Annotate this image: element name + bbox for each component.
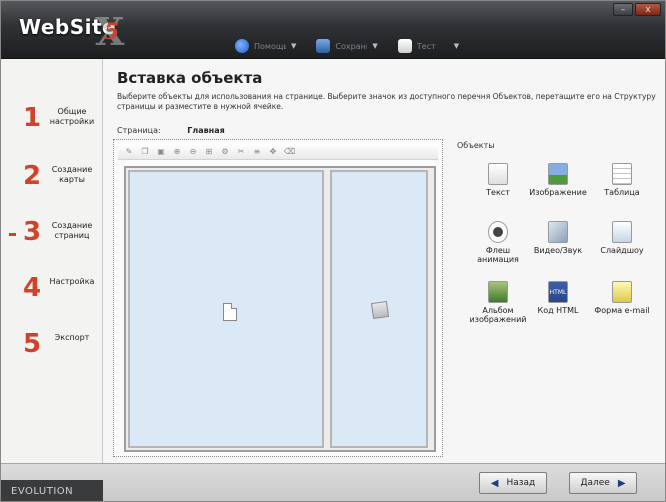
object-label: Изображение (529, 188, 587, 197)
object-html[interactable]: HTML Код HTML (529, 281, 587, 315)
layout-cell-main[interactable] (128, 170, 324, 448)
step-label: Создание карты (51, 165, 93, 184)
paste-icon[interactable]: ▣ (156, 147, 166, 157)
help-menu[interactable]: Помощь ▼ (229, 37, 302, 55)
object-label: Альбом изображений (469, 306, 527, 324)
save-icon (316, 39, 331, 53)
image-placeholder-icon[interactable] (370, 300, 390, 320)
object-email-form[interactable]: Форма e-mail (593, 281, 651, 315)
main-content: Вставка объекта Выберите объекты для исп… (103, 59, 665, 463)
step-label: Настройка (49, 277, 95, 286)
step-number: 4 (23, 273, 42, 303)
arrow-right-icon: ▶ (617, 477, 626, 489)
slideshow-object-icon (612, 221, 632, 243)
next-button[interactable]: Далее ▶ (569, 472, 637, 494)
step-number: 5 (23, 329, 42, 359)
step-export[interactable]: 5 Экспорт (1, 327, 103, 367)
text-placeholder-icon[interactable] (223, 303, 237, 321)
close-button[interactable]: x (635, 3, 661, 16)
active-step-marker (9, 233, 16, 236)
insert-row-icon[interactable]: ⊞ (204, 147, 214, 157)
split-icon[interactable]: ⊖ (188, 147, 198, 157)
object-label: Таблица (604, 188, 640, 197)
object-text[interactable]: Текст (469, 163, 527, 197)
minimize-button[interactable]: – (613, 3, 633, 16)
table-object-icon (612, 163, 632, 185)
step-label: Общие настройки (49, 107, 95, 126)
page-title: Вставка объекта (117, 69, 263, 87)
help-icon (235, 39, 249, 53)
next-button-label: Далее (580, 478, 610, 488)
object-image[interactable]: Изображение (529, 163, 587, 197)
page-selector: Страница: Главная (117, 126, 225, 135)
back-button-label: Назад (506, 478, 536, 488)
album-object-icon (488, 281, 508, 303)
object-slideshow[interactable]: Слайдшоу (593, 221, 651, 255)
object-album[interactable]: Альбом изображений (469, 281, 527, 324)
video-object-icon (548, 221, 568, 243)
step-create-map[interactable]: 2 Создание карты (1, 159, 103, 199)
move-icon[interactable]: ✥ (268, 147, 278, 157)
test-menu-label: Тест (416, 41, 436, 51)
window-controls: – x (613, 3, 661, 16)
settings-icon[interactable]: ⚙ (220, 147, 230, 157)
edit-icon[interactable]: ✎ (124, 147, 134, 157)
title-bar: WebSite X 5 Помощь ▼ Сохранить ▼ Тест ▼ … (1, 1, 665, 59)
chevron-down-icon: ▼ (372, 42, 378, 50)
help-menu-label: Помощь (254, 41, 286, 51)
edition-label: EVOLUTION (1, 480, 103, 501)
editor-toolbar: ✎ ❐ ▣ ⊕ ⊖ ⊞ ⚙ ✂ ≡ ✥ ⌫ (118, 144, 438, 160)
save-menu[interactable]: Сохранить ▼ (310, 37, 383, 55)
page-label: Страница: (117, 126, 161, 135)
text-object-icon (488, 163, 508, 185)
flash-object-icon (488, 221, 508, 243)
bottom-bar: EVOLUTION ◀ Назад Далее ▶ (1, 463, 665, 501)
logo-version: 5 (104, 19, 120, 45)
step-configuration[interactable]: 4 Настройка (1, 271, 103, 311)
object-label: Видео/Звук (533, 246, 583, 255)
cut-icon[interactable]: ✂ (236, 147, 246, 157)
step-number: 3 (23, 217, 42, 247)
html-object-icon: HTML (548, 281, 568, 303)
copy-icon[interactable]: ❐ (140, 147, 150, 157)
step-number: 2 (23, 161, 42, 191)
page-value: Главная (187, 126, 225, 135)
object-label: Форма e-mail (594, 306, 650, 315)
arrow-left-icon: ◀ (490, 477, 499, 489)
menu-bar: Помощь ▼ Сохранить ▼ Тест ▼ (229, 37, 465, 55)
objects-title: Объекты (457, 141, 495, 150)
step-general-settings[interactable]: 1 Общие настройки (1, 101, 103, 141)
align-icon[interactable]: ≡ (252, 147, 262, 157)
chevron-down-icon: ▼ (453, 42, 460, 50)
step-number: 1 (23, 103, 42, 133)
objects-panel: Объекты Текст Изображение Таблица Флеш а… (455, 141, 665, 361)
save-menu-label: Сохранить (335, 41, 367, 51)
object-label: Флеш анимация (477, 246, 519, 264)
object-table[interactable]: Таблица (593, 163, 651, 197)
page-structure-editor: ✎ ❐ ▣ ⊕ ⊖ ⊞ ⚙ ✂ ≡ ✥ ⌫ (113, 139, 443, 457)
file-icon (397, 39, 412, 53)
step-create-pages[interactable]: 3 Создание страниц (1, 215, 103, 255)
object-flash[interactable]: Флеш анимация (469, 221, 527, 264)
layout-grid (124, 166, 436, 452)
step-label: Экспорт (54, 333, 90, 342)
app-window: WebSite X 5 Помощь ▼ Сохранить ▼ Тест ▼ … (0, 0, 666, 502)
layout-cell-side[interactable] (330, 170, 428, 448)
step-label: Создание страниц (51, 221, 93, 240)
object-video-audio[interactable]: Видео/Звук (529, 221, 587, 255)
merge-icon[interactable]: ⊕ (172, 147, 182, 157)
object-label: Код HTML (537, 306, 579, 315)
test-menu[interactable]: Тест ▼ (392, 37, 465, 55)
image-object-icon (548, 163, 568, 185)
email-form-object-icon (612, 281, 632, 303)
object-label: Слайдшоу (600, 246, 644, 255)
object-label: Текст (486, 188, 510, 197)
page-description: Выберите объекты для использования на ст… (117, 92, 656, 111)
steps-sidebar: 1 Общие настройки 2 Создание карты 3 Соз… (1, 59, 103, 463)
back-button[interactable]: ◀ Назад (479, 472, 547, 494)
chevron-down-icon: ▼ (291, 42, 297, 50)
clear-icon[interactable]: ⌫ (284, 147, 295, 157)
